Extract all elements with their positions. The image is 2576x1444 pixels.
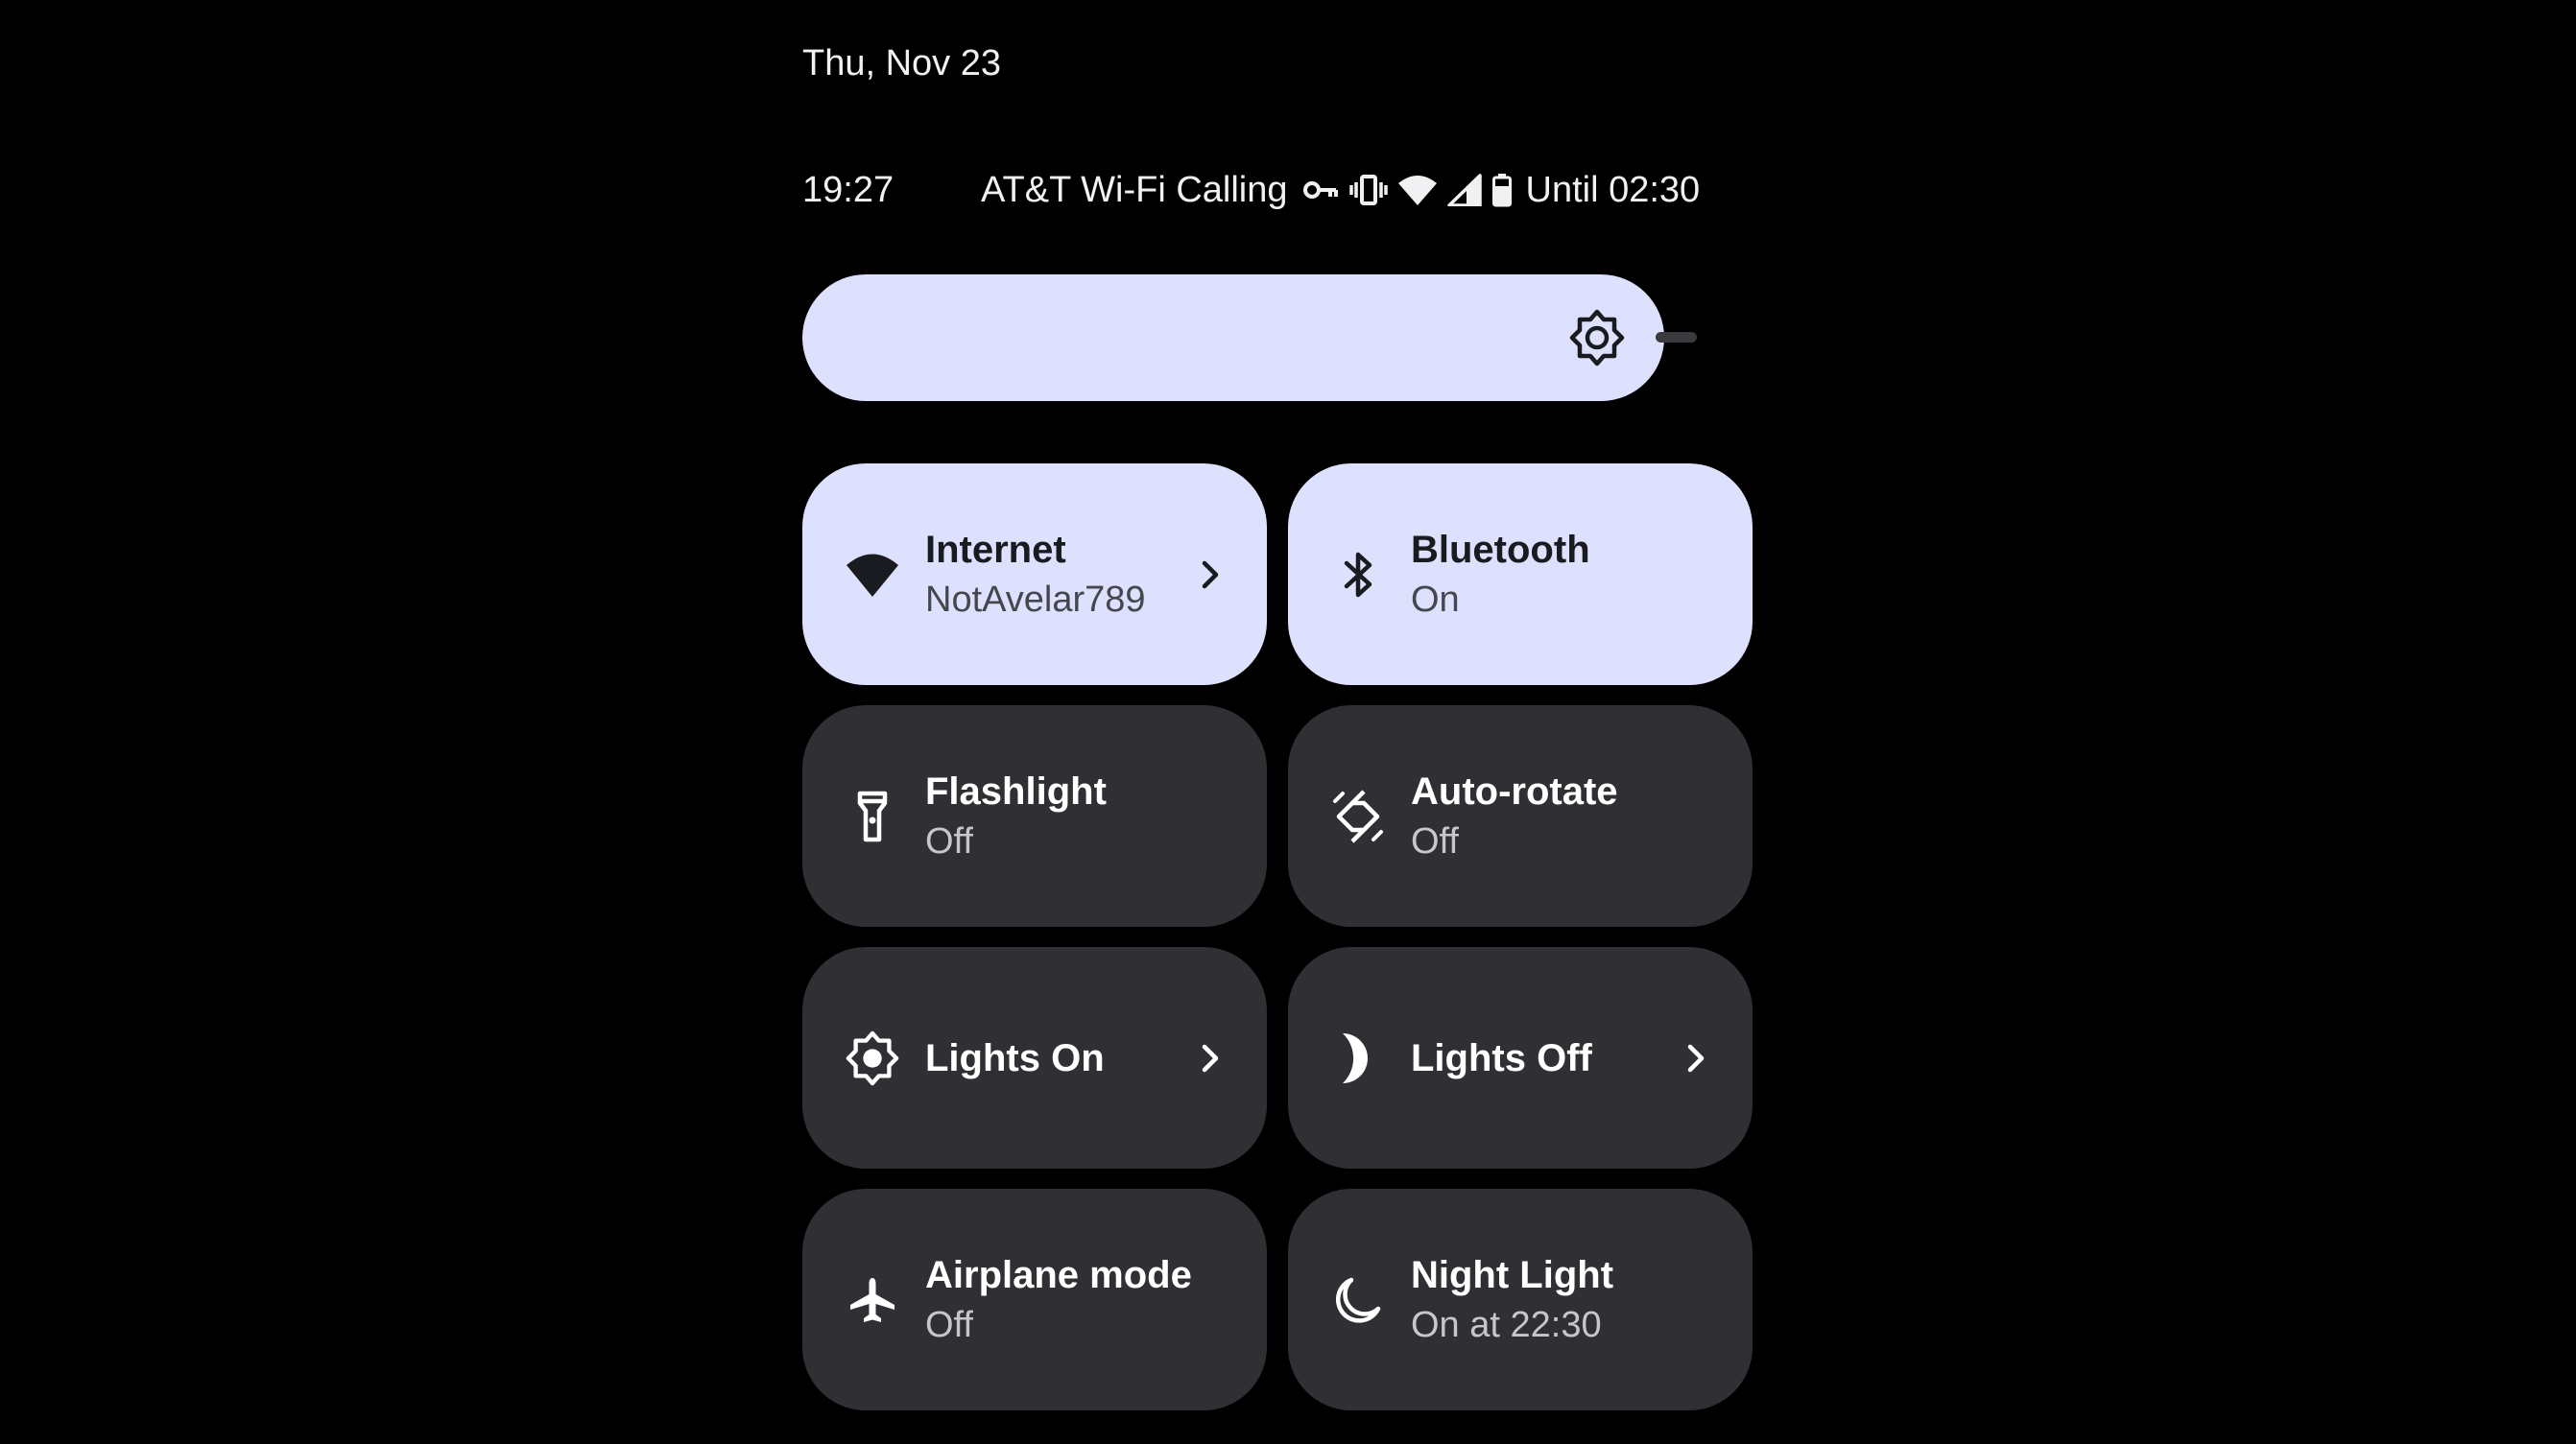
sun-icon bbox=[841, 1027, 904, 1090]
carrier-label: AT&T Wi-Fi Calling bbox=[981, 169, 1288, 210]
date-label: Thu, Nov 23 bbox=[802, 43, 1001, 83]
status-bar: 19:27 AT&T Wi-Fi Calling Until 02:30 bbox=[802, 163, 1741, 217]
tile-lights-on[interactable]: Lights On bbox=[802, 947, 1267, 1169]
chevron-right-icon bbox=[1202, 1044, 1219, 1072]
status-time: 19:27 bbox=[802, 169, 894, 210]
wifi-icon bbox=[841, 543, 904, 606]
auto-rotate-icon bbox=[1326, 785, 1390, 848]
tile-label: Lights Off bbox=[1411, 1036, 1592, 1079]
brightness-icon bbox=[1568, 309, 1626, 367]
tile-flashlight[interactable]: Flashlight Off bbox=[802, 705, 1267, 927]
night-light-icon bbox=[1326, 1268, 1390, 1332]
tile-label: Flashlight bbox=[925, 769, 1107, 813]
tile-status: On at 22:30 bbox=[1411, 1304, 1602, 1345]
brightness-slider[interactable] bbox=[802, 274, 1664, 401]
tile-label: Internet bbox=[925, 528, 1066, 571]
tile-label: Bluetooth bbox=[1411, 528, 1590, 571]
wifi-icon bbox=[1397, 174, 1438, 206]
tile-internet[interactable]: Internet NotAvelar789 bbox=[802, 463, 1267, 685]
flashlight-icon bbox=[841, 785, 904, 848]
chevron-right-icon bbox=[1687, 1044, 1705, 1072]
quick-settings-grid: Internet NotAvelar789 Bluetooth On Flash… bbox=[802, 463, 1753, 1410]
tile-night-light[interactable]: Night Light On at 22:30 bbox=[1288, 1189, 1753, 1410]
brightness-track[interactable] bbox=[1656, 332, 1697, 343]
tile-status: On bbox=[1411, 579, 1460, 620]
airplane-icon bbox=[841, 1268, 904, 1332]
tile-airplane-mode[interactable]: Airplane mode Off bbox=[802, 1189, 1267, 1410]
tile-lights-off[interactable]: Lights Off bbox=[1288, 947, 1753, 1169]
moon-icon bbox=[1326, 1027, 1390, 1090]
battery-until-label: Until 02:30 bbox=[1525, 169, 1701, 210]
vibrate-icon bbox=[1348, 174, 1388, 206]
tile-bluetooth[interactable]: Bluetooth On bbox=[1288, 463, 1753, 685]
tile-label: Night Light bbox=[1411, 1253, 1614, 1296]
tile-status: Off bbox=[925, 1304, 973, 1345]
vpn-key-icon bbox=[1301, 176, 1340, 204]
tile-label: Airplane mode bbox=[925, 1253, 1192, 1296]
chevron-right-icon bbox=[1202, 560, 1219, 588]
tile-label: Lights On bbox=[925, 1036, 1105, 1079]
tile-auto-rotate[interactable]: Auto-rotate Off bbox=[1288, 705, 1753, 927]
tile-status: Off bbox=[1411, 820, 1459, 862]
bluetooth-icon bbox=[1326, 543, 1390, 606]
tile-status: Off bbox=[925, 820, 973, 862]
cell-signal-icon bbox=[1446, 174, 1482, 206]
tile-status: NotAvelar789 bbox=[925, 579, 1146, 620]
tile-label: Auto-rotate bbox=[1411, 769, 1618, 813]
battery-icon bbox=[1491, 173, 1513, 207]
